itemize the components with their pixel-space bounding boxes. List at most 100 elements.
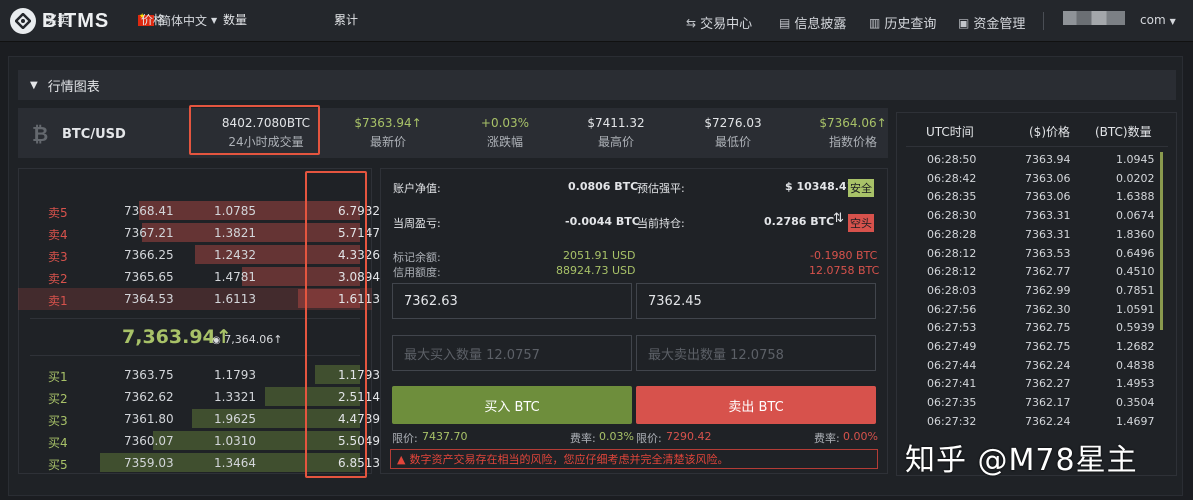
document-icon: ▤ xyxy=(779,15,791,30)
swap-icon: ⇆ xyxy=(686,15,697,30)
nav-trading-center[interactable]: ⇆ 交易中心 xyxy=(686,13,753,33)
last-price-label: 最新价 xyxy=(369,135,406,149)
sell-price-input[interactable]: 7362.45 xyxy=(636,283,876,319)
trades-scrollbar[interactable] xyxy=(1160,152,1163,330)
last-price-stat: $7363.94↑ 最新价 xyxy=(333,116,443,150)
book-qty: 1.6113 xyxy=(214,292,256,306)
trade-price: 7362.27 xyxy=(1025,377,1071,391)
caret-down-icon: ▼ xyxy=(1169,17,1176,26)
trade-time: 06:28:12 xyxy=(927,246,977,260)
change-value: +0.03% xyxy=(480,116,530,130)
trade-time: 06:27:56 xyxy=(927,302,977,316)
equity-value: 0.0806 BTC xyxy=(568,180,639,193)
book-side: 卖1 xyxy=(48,294,68,308)
nav-history[interactable]: ▥ 历史查询 xyxy=(869,13,936,33)
mark-balance-label: 标记余额: xyxy=(393,251,441,264)
nav-label: 交易中心 xyxy=(700,17,753,32)
account-label: com xyxy=(1140,13,1166,27)
book-qty: 1.1793 xyxy=(214,368,256,382)
low-label: 最低价 xyxy=(714,135,751,149)
book-qty: 1.2432 xyxy=(214,248,256,262)
orderbook-header-qty: 数量 xyxy=(223,13,248,27)
last-price-value: $7363.94↑ xyxy=(354,116,422,130)
trade-price: 7363.06 xyxy=(1025,171,1071,185)
history-icon: ▥ xyxy=(869,15,881,30)
volume-highlight-box xyxy=(189,105,320,155)
position-value: 0.2786 BTC xyxy=(764,215,835,228)
trade-time: 06:27:44 xyxy=(927,358,977,372)
trade-price: 7363.31 xyxy=(1025,209,1071,223)
high-label: 最高价 xyxy=(597,135,634,149)
pair-label: BTC/USD xyxy=(62,126,126,142)
index-stat: $7364.06↑ 指数价格 xyxy=(793,116,913,150)
caret-down-icon: ▼ xyxy=(211,16,218,25)
book-price: 7364.53 xyxy=(124,292,174,306)
globe-icon: ◉ xyxy=(212,335,221,346)
ticker-bar: ₿ BTC/USD 8402.7080BTC 24小时成交量 $7363.94↑… xyxy=(18,108,888,158)
buy-button[interactable]: 买入 BTC xyxy=(392,386,632,424)
book-price: 7361.80 xyxy=(124,412,174,426)
trade-qty: 0.3504 xyxy=(1116,396,1155,410)
book-side: 卖4 xyxy=(48,228,68,242)
section-header[interactable]: ▼ 行情图表 xyxy=(18,70,1176,100)
book-qty: 1.9625 xyxy=(214,412,256,426)
buy-price-input[interactable]: 7362.63 xyxy=(392,283,632,319)
sell-fee-value: 0.00% xyxy=(843,430,878,443)
pnl-btc-value: -0.1980 BTC xyxy=(810,249,878,262)
trade-qty: 0.0674 xyxy=(1116,209,1155,223)
trade-price: 7362.75 xyxy=(1025,321,1071,335)
book-price: 7365.65 xyxy=(124,270,174,284)
change-label: 涨跌幅 xyxy=(486,135,523,149)
account-menu[interactable]: com ▼ xyxy=(1140,13,1176,27)
sell-limit-label: 限价: xyxy=(636,432,662,445)
trades-divider xyxy=(906,146,1168,147)
trade-time: 06:27:53 xyxy=(927,321,977,335)
orderbook-header-cum: 累计 xyxy=(334,13,359,27)
warning-icon: ▲ xyxy=(397,452,406,466)
buy-fee-value: 0.03% xyxy=(599,430,634,443)
book-side: 卖2 xyxy=(48,272,68,286)
trade-qty: 0.0202 xyxy=(1116,171,1155,185)
position-label: 当前持仓: xyxy=(637,217,685,230)
trade-price: 7362.30 xyxy=(1025,302,1071,316)
sell-button[interactable]: 卖出 BTC xyxy=(636,386,876,424)
section-title: 行情图表 xyxy=(47,79,100,95)
trading-pair: ₿ BTC/USD xyxy=(32,123,126,145)
credit-limit-label: 信用额度: xyxy=(393,266,441,279)
trade-qty: 0.4510 xyxy=(1116,265,1155,279)
trade-time: 06:28:03 xyxy=(927,283,977,297)
sell-qty-input[interactable]: 最大卖出数量 12.0758 xyxy=(636,335,876,371)
book-qty: 1.3464 xyxy=(214,456,256,470)
account-name-redacted xyxy=(1063,11,1125,25)
orderbook-index-price: ◉ 7,364.06↑ xyxy=(212,333,282,346)
buy-limit-label: 限价: xyxy=(392,432,418,445)
trade-qty: 1.0945 xyxy=(1116,153,1155,166)
trade-time: 06:28:12 xyxy=(927,265,977,279)
bitcoin-icon: ₿ xyxy=(32,122,49,146)
max-btc-value: 12.0758 BTC xyxy=(809,264,880,277)
book-price: 7367.21 xyxy=(124,226,174,240)
book-qty: 1.0785 xyxy=(214,204,256,218)
book-price: 7366.25 xyxy=(124,248,174,262)
nav-disclosure[interactable]: ▤ 信息披露 xyxy=(779,13,847,33)
cumulative-highlight-box xyxy=(305,171,367,478)
buy-qty-input[interactable]: 最大买入数量 12.0757 xyxy=(392,335,632,371)
book-side: 买2 xyxy=(48,392,68,406)
trade-price: 7363.31 xyxy=(1025,227,1071,241)
trade-qty: 0.5939 xyxy=(1116,321,1155,335)
orderbook-header-side: 买卖 xyxy=(45,13,70,27)
change-stat: +0.03% 涨跌幅 xyxy=(450,116,560,150)
trade-qty: 0.4838 xyxy=(1116,358,1155,372)
status-badge-short: 空头 xyxy=(848,214,874,232)
trade-price: 7362.24 xyxy=(1025,414,1071,428)
trade-price: 7362.77 xyxy=(1025,265,1071,279)
trade-price: 7362.17 xyxy=(1025,396,1071,410)
trade-price: 7363.94 xyxy=(1025,153,1071,166)
trade-qty: 0.7851 xyxy=(1116,283,1155,297)
book-price: 7362.62 xyxy=(124,390,174,404)
nav-funds[interactable]: ▣ 资金管理 xyxy=(958,13,1025,33)
nav-label: 信息披露 xyxy=(794,17,847,32)
trades-header-qty: (BTC)数量 xyxy=(1095,125,1152,139)
trade-time: 06:28:42 xyxy=(927,171,977,185)
book-qty: 1.0310 xyxy=(214,434,256,448)
